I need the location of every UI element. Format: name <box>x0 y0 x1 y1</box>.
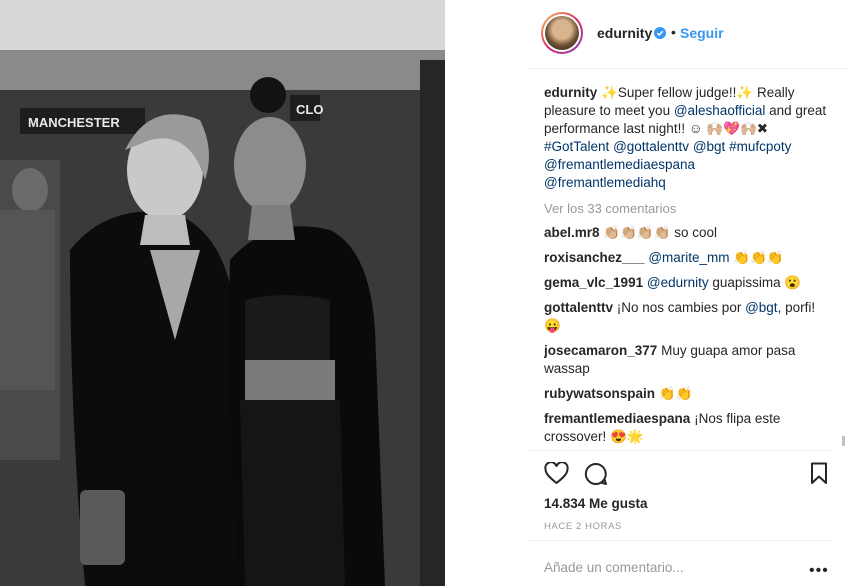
post-timestamp[interactable]: HACE 2 HORAS <box>544 521 622 532</box>
hashtag-link[interactable]: #GotTalent <box>544 139 609 154</box>
mention-link[interactable]: @marite_mm <box>648 250 729 265</box>
bookmark-icon[interactable] <box>810 462 828 485</box>
comment: abel.mr8 👏🏼👏🏼👏🏼👏🏼 so cool <box>544 225 718 240</box>
mention-link[interactable]: @bgt <box>745 300 777 315</box>
comment-username[interactable]: fremantlemediaespana <box>544 411 690 426</box>
photo-sign-text: MANCHESTER <box>28 115 120 130</box>
sparkle-icon: ✨ <box>736 85 754 100</box>
add-comment-input[interactable]: Añade un comentario... <box>544 560 684 575</box>
caption-username[interactable]: edurnity <box>544 85 597 100</box>
sparkle-icon: ✨ <box>601 85 618 100</box>
comment: josecamaron_377 Muy guapa amor pasa wass… <box>544 343 796 376</box>
post-photo[interactable]: MANCHESTER CLO <box>0 0 445 586</box>
comment-username[interactable]: abel.mr8 <box>544 225 600 240</box>
verified-badge-icon <box>654 27 666 39</box>
mention-link[interactable]: @edurnity <box>647 275 709 290</box>
svg-text:CLO: CLO <box>296 102 323 117</box>
author-username[interactable]: edurnity <box>597 25 652 41</box>
comments-list[interactable]: edurnity ✨Super fellow judge!!✨ Really p… <box>544 84 834 454</box>
comment-username[interactable]: rubywatsonspain <box>544 386 655 401</box>
photo-illustration: MANCHESTER CLO <box>0 0 445 586</box>
mention-link[interactable]: @bgt <box>693 139 725 154</box>
comments-scrollbar[interactable] <box>842 436 845 446</box>
comment-icon[interactable] <box>584 462 608 486</box>
avatar[interactable] <box>541 12 583 54</box>
post-sidebar: edurnity • Seguir edurnity ✨Super fellow… <box>527 0 846 586</box>
comment-username[interactable]: gottalenttv <box>544 300 613 315</box>
hashtag-link[interactable]: #mufcpoty <box>729 139 791 154</box>
comment: rubywatsonspain 👏👏 <box>544 386 693 401</box>
more-options-icon[interactable]: ••• <box>809 562 829 580</box>
comment-username[interactable]: gema_vlc_1991 <box>544 275 643 290</box>
mention-link[interactable]: @gottalenttv <box>613 139 689 154</box>
comment: gottalenttv ¡No nos cambies por @bgt, po… <box>544 300 816 333</box>
heart-icon[interactable] <box>544 462 569 485</box>
divider <box>527 540 832 541</box>
mention-link[interactable]: @aleshaofficial <box>674 103 766 118</box>
comment-username[interactable]: josecamaron_377 <box>544 343 657 358</box>
comment-username[interactable]: roxisanchez___ <box>544 250 645 265</box>
likes-count[interactable]: 14.834 Me gusta <box>544 496 648 511</box>
separator-dot: • <box>671 24 676 40</box>
mention-link[interactable]: @fremantlemediaespana <box>544 157 695 172</box>
divider <box>527 450 832 451</box>
post-header: edurnity • Seguir <box>527 0 846 69</box>
mention-link[interactable]: @fremantlemediahq <box>544 175 666 190</box>
comment: fremantlemediaespana ¡Nos flipa este cro… <box>544 411 781 444</box>
view-all-comments-link[interactable]: Ver los 33 comentarios <box>544 200 834 218</box>
comment: gema_vlc_1991 @edurnity guapissima 😮 <box>544 275 802 290</box>
action-bar <box>544 462 834 486</box>
comment: roxisanchez___ @marite_mm 👏👏👏 <box>544 250 784 265</box>
follow-button[interactable]: Seguir <box>680 25 724 41</box>
caption: edurnity ✨Super fellow judge!!✨ Really p… <box>544 85 827 190</box>
